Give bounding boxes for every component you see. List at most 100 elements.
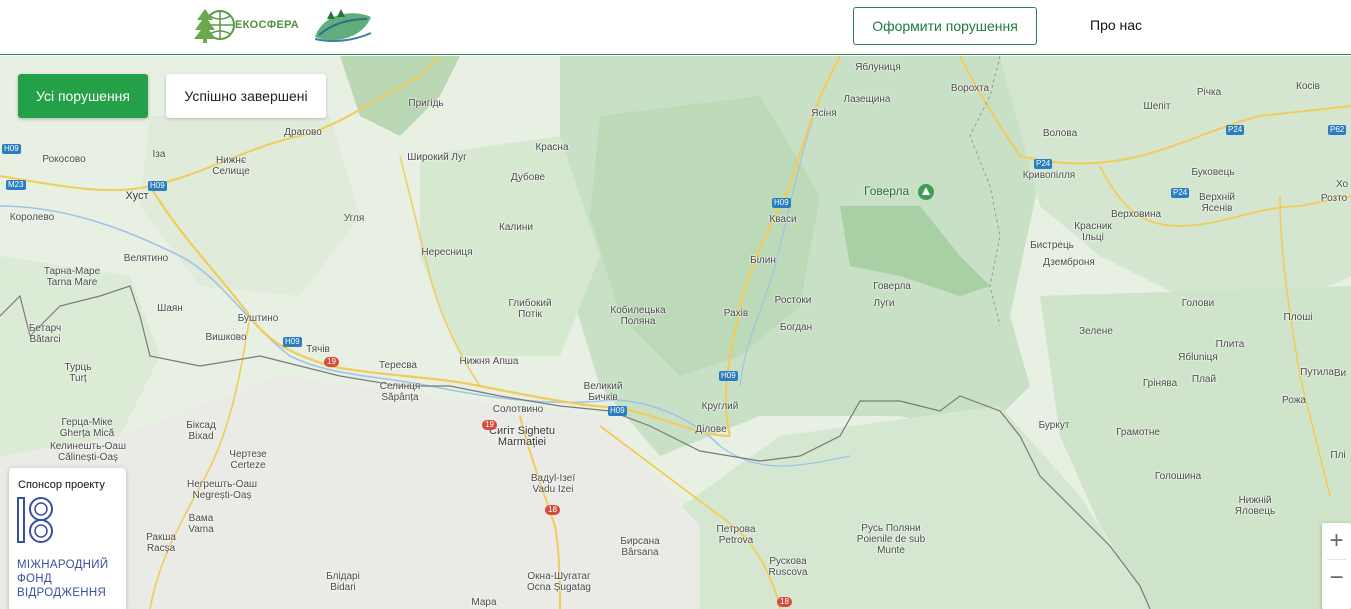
place-label: Верховина (1110, 209, 1162, 220)
place-label: Селинця Săpânța (379, 381, 421, 403)
road-shield: H09 (608, 406, 627, 416)
place-label: Голошина (1154, 471, 1202, 482)
place-label: Ділове (695, 424, 727, 435)
place-label: Герца-Міке Gherța Mică (59, 417, 115, 439)
place-label: Окна-Шугатаг Ocna Șugatag (527, 571, 591, 593)
place-label: Рахів (723, 308, 749, 319)
place-label: Рускова Ruscova (768, 556, 808, 578)
place-label: Плита (1215, 339, 1245, 350)
place-label: Волова (1042, 128, 1078, 139)
place-label: Зелене (1079, 326, 1113, 337)
place-label: Косів (1296, 81, 1320, 92)
top-header: ЕКОСФЕРА Оформити порушення Про нас (0, 0, 1351, 55)
place-label: Кваси (769, 214, 797, 225)
place-label: Плай (1191, 374, 1217, 385)
place-label: Драгово (284, 127, 322, 138)
all-violations-button[interactable]: Усі порушення (18, 74, 148, 118)
peak-label: Говерла (864, 184, 910, 198)
place-label: Русь Поляни Poienile de sub Munte (856, 523, 926, 556)
place-label: Тячів (306, 344, 330, 355)
place-label: Голови (1181, 298, 1215, 309)
place-label: Розто (1320, 193, 1348, 204)
completed-button[interactable]: Успішно завершені (166, 74, 326, 118)
map-view[interactable]: Яблуниця Ворохта Косів Річка Шепіт Пригі… (0, 56, 1351, 609)
place-label: Ворохта (950, 83, 990, 94)
road-shield: H09 (283, 337, 302, 347)
place-label: Тарна-Маре Tarna Mare (43, 266, 101, 288)
road-shield: M23 (6, 180, 26, 190)
place-label: Мара (471, 597, 497, 608)
place-label: Ясіня (811, 108, 837, 119)
filter-tabs: Усі порушення Успішно завершені (18, 74, 326, 118)
place-label: Ростоки (774, 295, 812, 306)
place-label: Луги (873, 298, 895, 309)
place-label: Білин (750, 255, 776, 266)
place-label: Красна (535, 142, 569, 153)
place-label: Нижня Апша (459, 356, 519, 367)
place-label: Великий Бичків (583, 381, 623, 403)
place-label: Нересниця (421, 247, 473, 258)
road-shield: 18 (777, 597, 792, 607)
road-shield: P24 (1034, 159, 1053, 169)
place-label: Біксад Bixad (186, 420, 216, 442)
place-label: Буркут (1038, 420, 1070, 431)
place-label: Рокосово (42, 154, 86, 165)
zoom-out-button[interactable]: − (1322, 560, 1351, 596)
place-label: Бистрець (1030, 240, 1074, 251)
about-link[interactable]: Про нас (1090, 17, 1142, 33)
sponsor-name-line: ВІДРОДЖЕННЯ (17, 587, 107, 599)
irf-logo-icon (17, 497, 53, 543)
place-label: Дземброня (1043, 257, 1095, 268)
place-label: Плоші (1283, 312, 1313, 323)
logo-text: ЕКОСФЕРА (235, 19, 299, 31)
place-label: Вишково (205, 332, 247, 343)
place-label: Шепіт (1143, 101, 1171, 112)
road-shield: P24 (1171, 188, 1190, 198)
road-shield: H09 (2, 144, 21, 154)
sponsor-title: Спонсор проекту (18, 479, 105, 491)
sponsor-name-line: МІЖНАРОДНИЙ (17, 559, 109, 571)
place-label: Велятино (123, 253, 169, 264)
place-label: Говерла (873, 281, 911, 292)
place-label: Верхній Ясенів (1198, 192, 1235, 214)
place-label: Калини (499, 222, 533, 233)
place-label: Рожа (1282, 395, 1306, 406)
place-label: Кобилецька Поляна (610, 305, 666, 327)
place-label: Глибокий Потік (508, 298, 552, 320)
place-label: Солотвино (492, 404, 544, 415)
road-shield: H09 (719, 371, 738, 381)
ecosphere-logo[interactable]: ЕКОСФЕРА (193, 6, 299, 44)
place-label: Вама Vama (188, 513, 214, 535)
place-label: Грінява (1142, 378, 1178, 389)
place-label: Турць Turț (64, 362, 92, 384)
place-label: Королево (9, 212, 55, 223)
zoom-in-button[interactable]: + (1322, 523, 1351, 559)
tree-globe-icon (194, 9, 235, 43)
place-label: Блідарі Bidari (326, 571, 360, 593)
place-label: Буштино (237, 313, 279, 324)
sponsor-name-line: ФОНД (17, 573, 52, 585)
place-label: Келинешть-Оаш Călinești-Oaș (49, 441, 127, 463)
place-label: Іза (152, 149, 166, 160)
place-label: Нижній Яловець (1234, 495, 1276, 517)
road-shield: H09 (148, 181, 167, 191)
place-label: Яблуниця (855, 62, 901, 73)
place-label: Нижнє Селище (212, 155, 250, 177)
road-shield: 19 (482, 420, 497, 430)
report-violation-button[interactable]: Оформити порушення (853, 7, 1037, 45)
place-label: Петрова Petrova (716, 524, 756, 546)
zoom-controls: + − (1322, 523, 1351, 609)
place-label: Річка (1196, 87, 1222, 98)
place-label: Плі (1330, 450, 1346, 461)
place-label: Широкий Луг (407, 152, 467, 163)
place-label: Круглий (701, 401, 739, 412)
place-label: Чертезе Certeze (229, 449, 267, 471)
mountain-peak-icon[interactable] (918, 184, 934, 200)
place-label: Бетарч Bătarci (28, 323, 62, 345)
sponsor-card: Спонсор проекту МІЖНАРОДНИЙ ФОНД ВІДРОДЖ… (9, 468, 126, 609)
place-label: Бирсана Bârsana (620, 536, 660, 558)
forest-leaf-logo[interactable] (313, 7, 373, 45)
road-shield: P24 (1226, 125, 1245, 135)
place-label: Угля (343, 213, 365, 224)
place-label: Негрешть-Оаш Negrești-Oaș (186, 479, 258, 501)
